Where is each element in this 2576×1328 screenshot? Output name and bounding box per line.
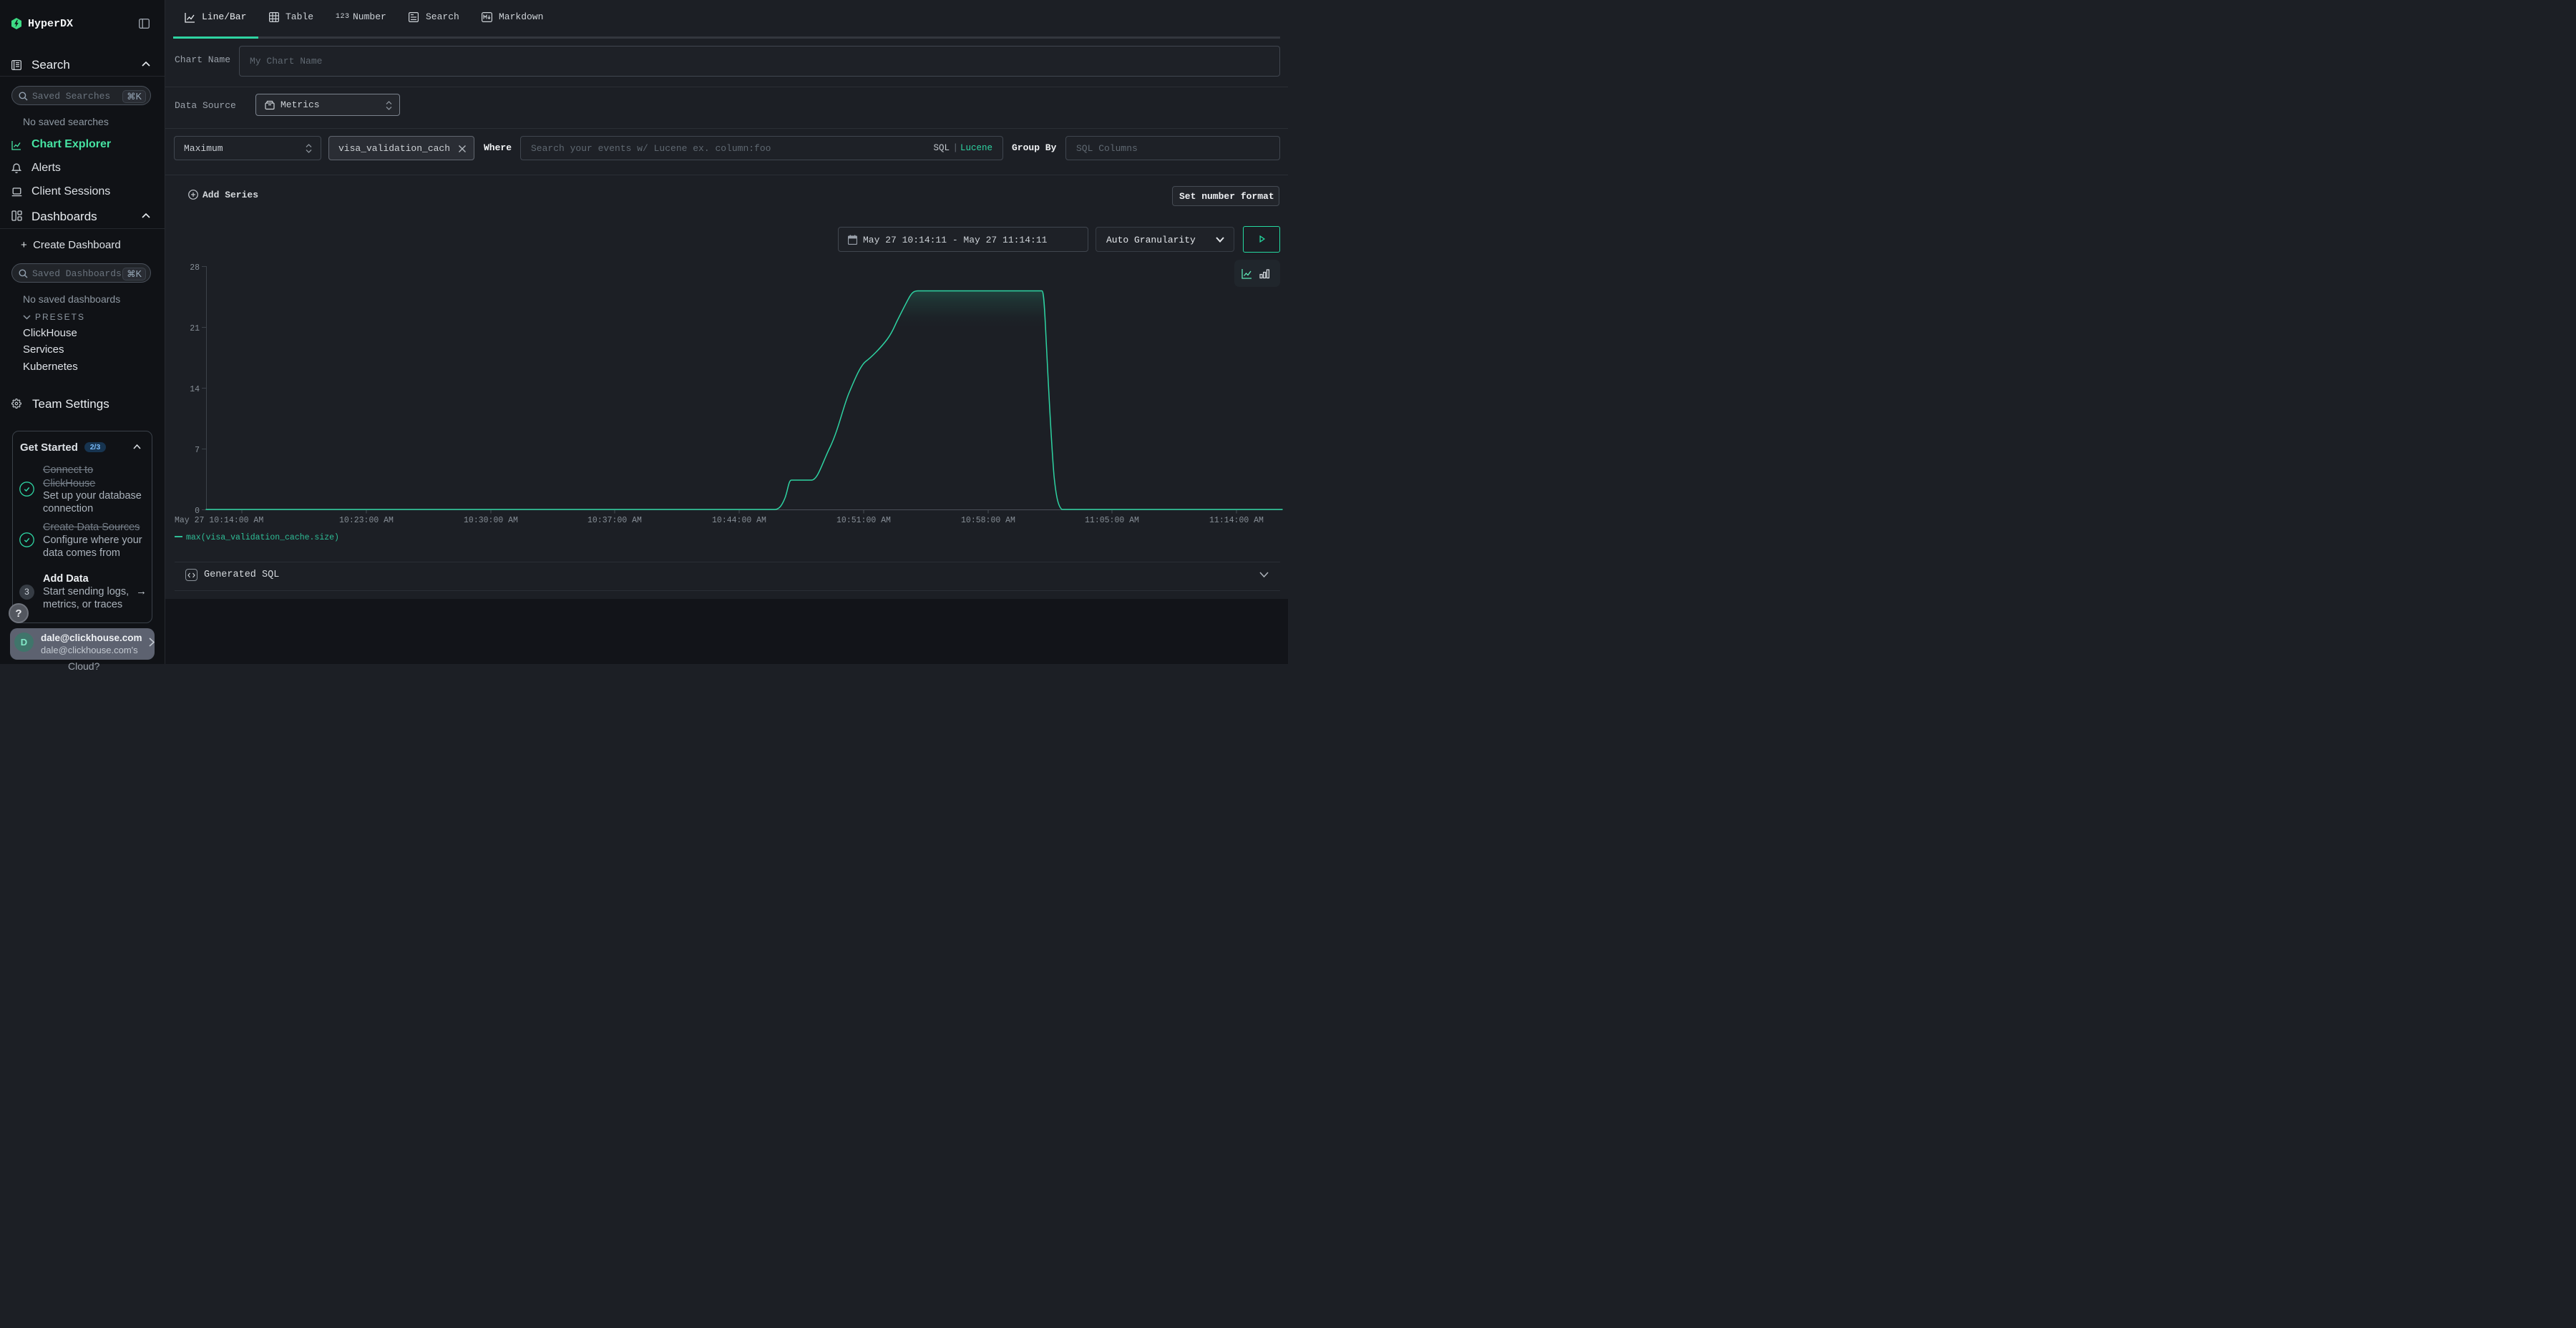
svg-text:11:05:00 AM: 11:05:00 AM: [1085, 516, 1139, 525]
svg-text:10:44:00 AM: 10:44:00 AM: [712, 516, 766, 525]
svg-text:0: 0: [195, 507, 200, 516]
svg-text:10:30:00 AM: 10:30:00 AM: [464, 516, 518, 525]
svg-text:28: 28: [190, 263, 200, 273]
svg-text:21: 21: [190, 324, 200, 333]
svg-text:10:37:00 AM: 10:37:00 AM: [587, 516, 642, 525]
svg-text:max(visa_validation_cache.size: max(visa_validation_cache.size): [186, 533, 339, 542]
svg-text:14: 14: [190, 385, 200, 394]
svg-text:10:51:00 AM: 10:51:00 AM: [836, 516, 891, 525]
svg-text:10:58:00 AM: 10:58:00 AM: [961, 516, 1015, 525]
svg-text:May 27 10:14:00 AM: May 27 10:14:00 AM: [175, 516, 263, 525]
svg-text:10:23:00 AM: 10:23:00 AM: [339, 516, 394, 525]
svg-text:11:14:00 AM: 11:14:00 AM: [1209, 516, 1264, 525]
svg-text:7: 7: [195, 446, 200, 455]
